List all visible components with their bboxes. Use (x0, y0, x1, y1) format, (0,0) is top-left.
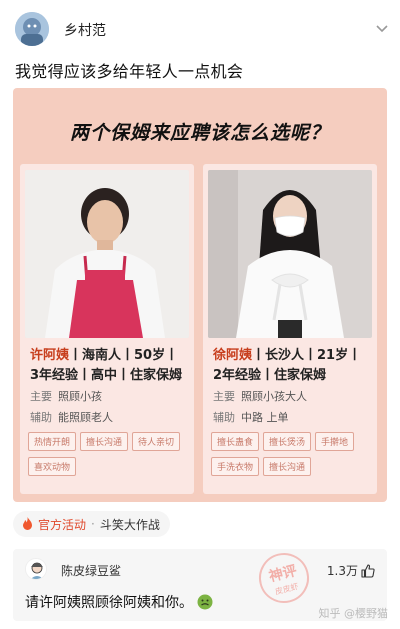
candidate-photo-left (25, 170, 189, 338)
candidate-info-left-1: 许阿姨丨海南人丨50岁丨 (30, 344, 178, 363)
candidate-card-left: 许阿姨丨海南人丨50岁丨 3年经验丨高中丨住家保姆 主要 照顾小孩 辅助 能照顾老人… (20, 164, 194, 494)
duty-aux-key: 辅助 (30, 411, 52, 424)
image-title: 两个保姆来应聘该怎么选呢？ (69, 122, 330, 144)
duty-main-value: 照顾小孩大人 (241, 390, 307, 403)
chevron-down-icon[interactable] (374, 20, 390, 36)
duty-aux-value: 中路 上单 (241, 411, 289, 424)
tag: 擅长蛊食 (211, 432, 260, 451)
duty-main-right: 主要 照顾小孩大人 (213, 388, 307, 404)
post-username[interactable]: 乡村范 (64, 20, 106, 40)
duty-aux-left: 辅助 能照顾老人 (30, 409, 113, 425)
post-image[interactable]: 两个保姆来应聘该怎么选呢？ 许阿姨丨海南人丨50岁丨 3年经验丨高中丨住家保姆 … (13, 88, 387, 502)
tag: 喜欢动物 (28, 457, 77, 476)
post-header: 乡村范 (0, 0, 400, 56)
duty-aux-value: 能照顾老人 (58, 411, 113, 424)
like-button[interactable]: 1.3万 (327, 562, 375, 579)
activity-separator: · (91, 517, 95, 531)
candidate-origin-age-right: 丨长沙人丨21岁丨 (252, 348, 362, 363)
fire-icon (23, 517, 32, 530)
thumbs-up-icon (361, 563, 375, 578)
tag: 手洗衣物 (211, 457, 260, 476)
duty-aux-right: 辅助 中路 上单 (213, 409, 289, 425)
candidate-origin-age-left: 丨海南人丨50岁丨 (69, 348, 179, 363)
tag: 擅长煲汤 (263, 432, 312, 451)
activity-tag[interactable]: 官方活动 · 斗笑大作战 (13, 511, 170, 537)
post-text: 我觉得应该多给年轻人一点机会 (15, 62, 244, 81)
comment-username[interactable]: 陈皮绿豆鲨 (61, 562, 121, 579)
tag: 热情开朗 (28, 432, 77, 451)
duty-main-key: 主要 (213, 390, 235, 403)
tag: 擅长沟通 (263, 457, 312, 476)
candidate-card-right: 徐阿姨丨长沙人丨21岁丨 2年经验丨住家保姆 主要 照顾小孩大人 辅助 中路 上单 … (203, 164, 377, 494)
duty-main-left: 主要 照顾小孩 (30, 388, 102, 404)
candidate-info-left-2: 3年经验丨高中丨住家保姆 (30, 368, 183, 383)
tag-list-right: 擅长蛊食 擅长煲汤 手擀地 手洗衣物 擅长沟通 (211, 432, 373, 476)
tag: 擅长沟通 (80, 432, 129, 451)
activity-label: 官方活动 (38, 517, 87, 532)
candidate-info-right-1: 徐阿姨丨长沙人丨21岁丨 (213, 344, 361, 363)
sick-face-emoji-icon (197, 594, 213, 610)
tag-list-left: 热情开朗 擅长沟通 待人亲切 喜欢动物 (28, 432, 190, 476)
activity-topic: 斗笑大作战 (99, 517, 160, 532)
candidate-info-right-2: 2年经验丨住家保姆 (213, 368, 327, 383)
candidate-name-right: 徐阿姨 (213, 348, 253, 363)
duty-aux-key: 辅助 (213, 411, 235, 424)
candidate-name-left: 许阿姨 (30, 348, 70, 363)
avatar-illustration (15, 12, 49, 46)
featured-comment-stamp: 神评 皮皮虾 (253, 547, 315, 609)
tag: 手擀地 (315, 432, 355, 451)
comment-avatar[interactable] (25, 558, 47, 580)
user-avatar[interactable] (15, 12, 49, 46)
candidate-photo-right (208, 170, 372, 338)
like-count: 1.3万 (326, 564, 358, 578)
avatar-illustration (26, 559, 46, 579)
comment-text: 请许阿姨照顾徐阿姨和你。 (25, 595, 193, 611)
duty-main-value: 照顾小孩 (58, 390, 102, 403)
duty-main-key: 主要 (30, 390, 52, 403)
watermark: 知乎 @樱野猫 (318, 607, 389, 620)
comment-text-row: 请许阿姨照顾徐阿姨和你。 (25, 592, 213, 612)
tag: 待人亲切 (132, 432, 181, 451)
